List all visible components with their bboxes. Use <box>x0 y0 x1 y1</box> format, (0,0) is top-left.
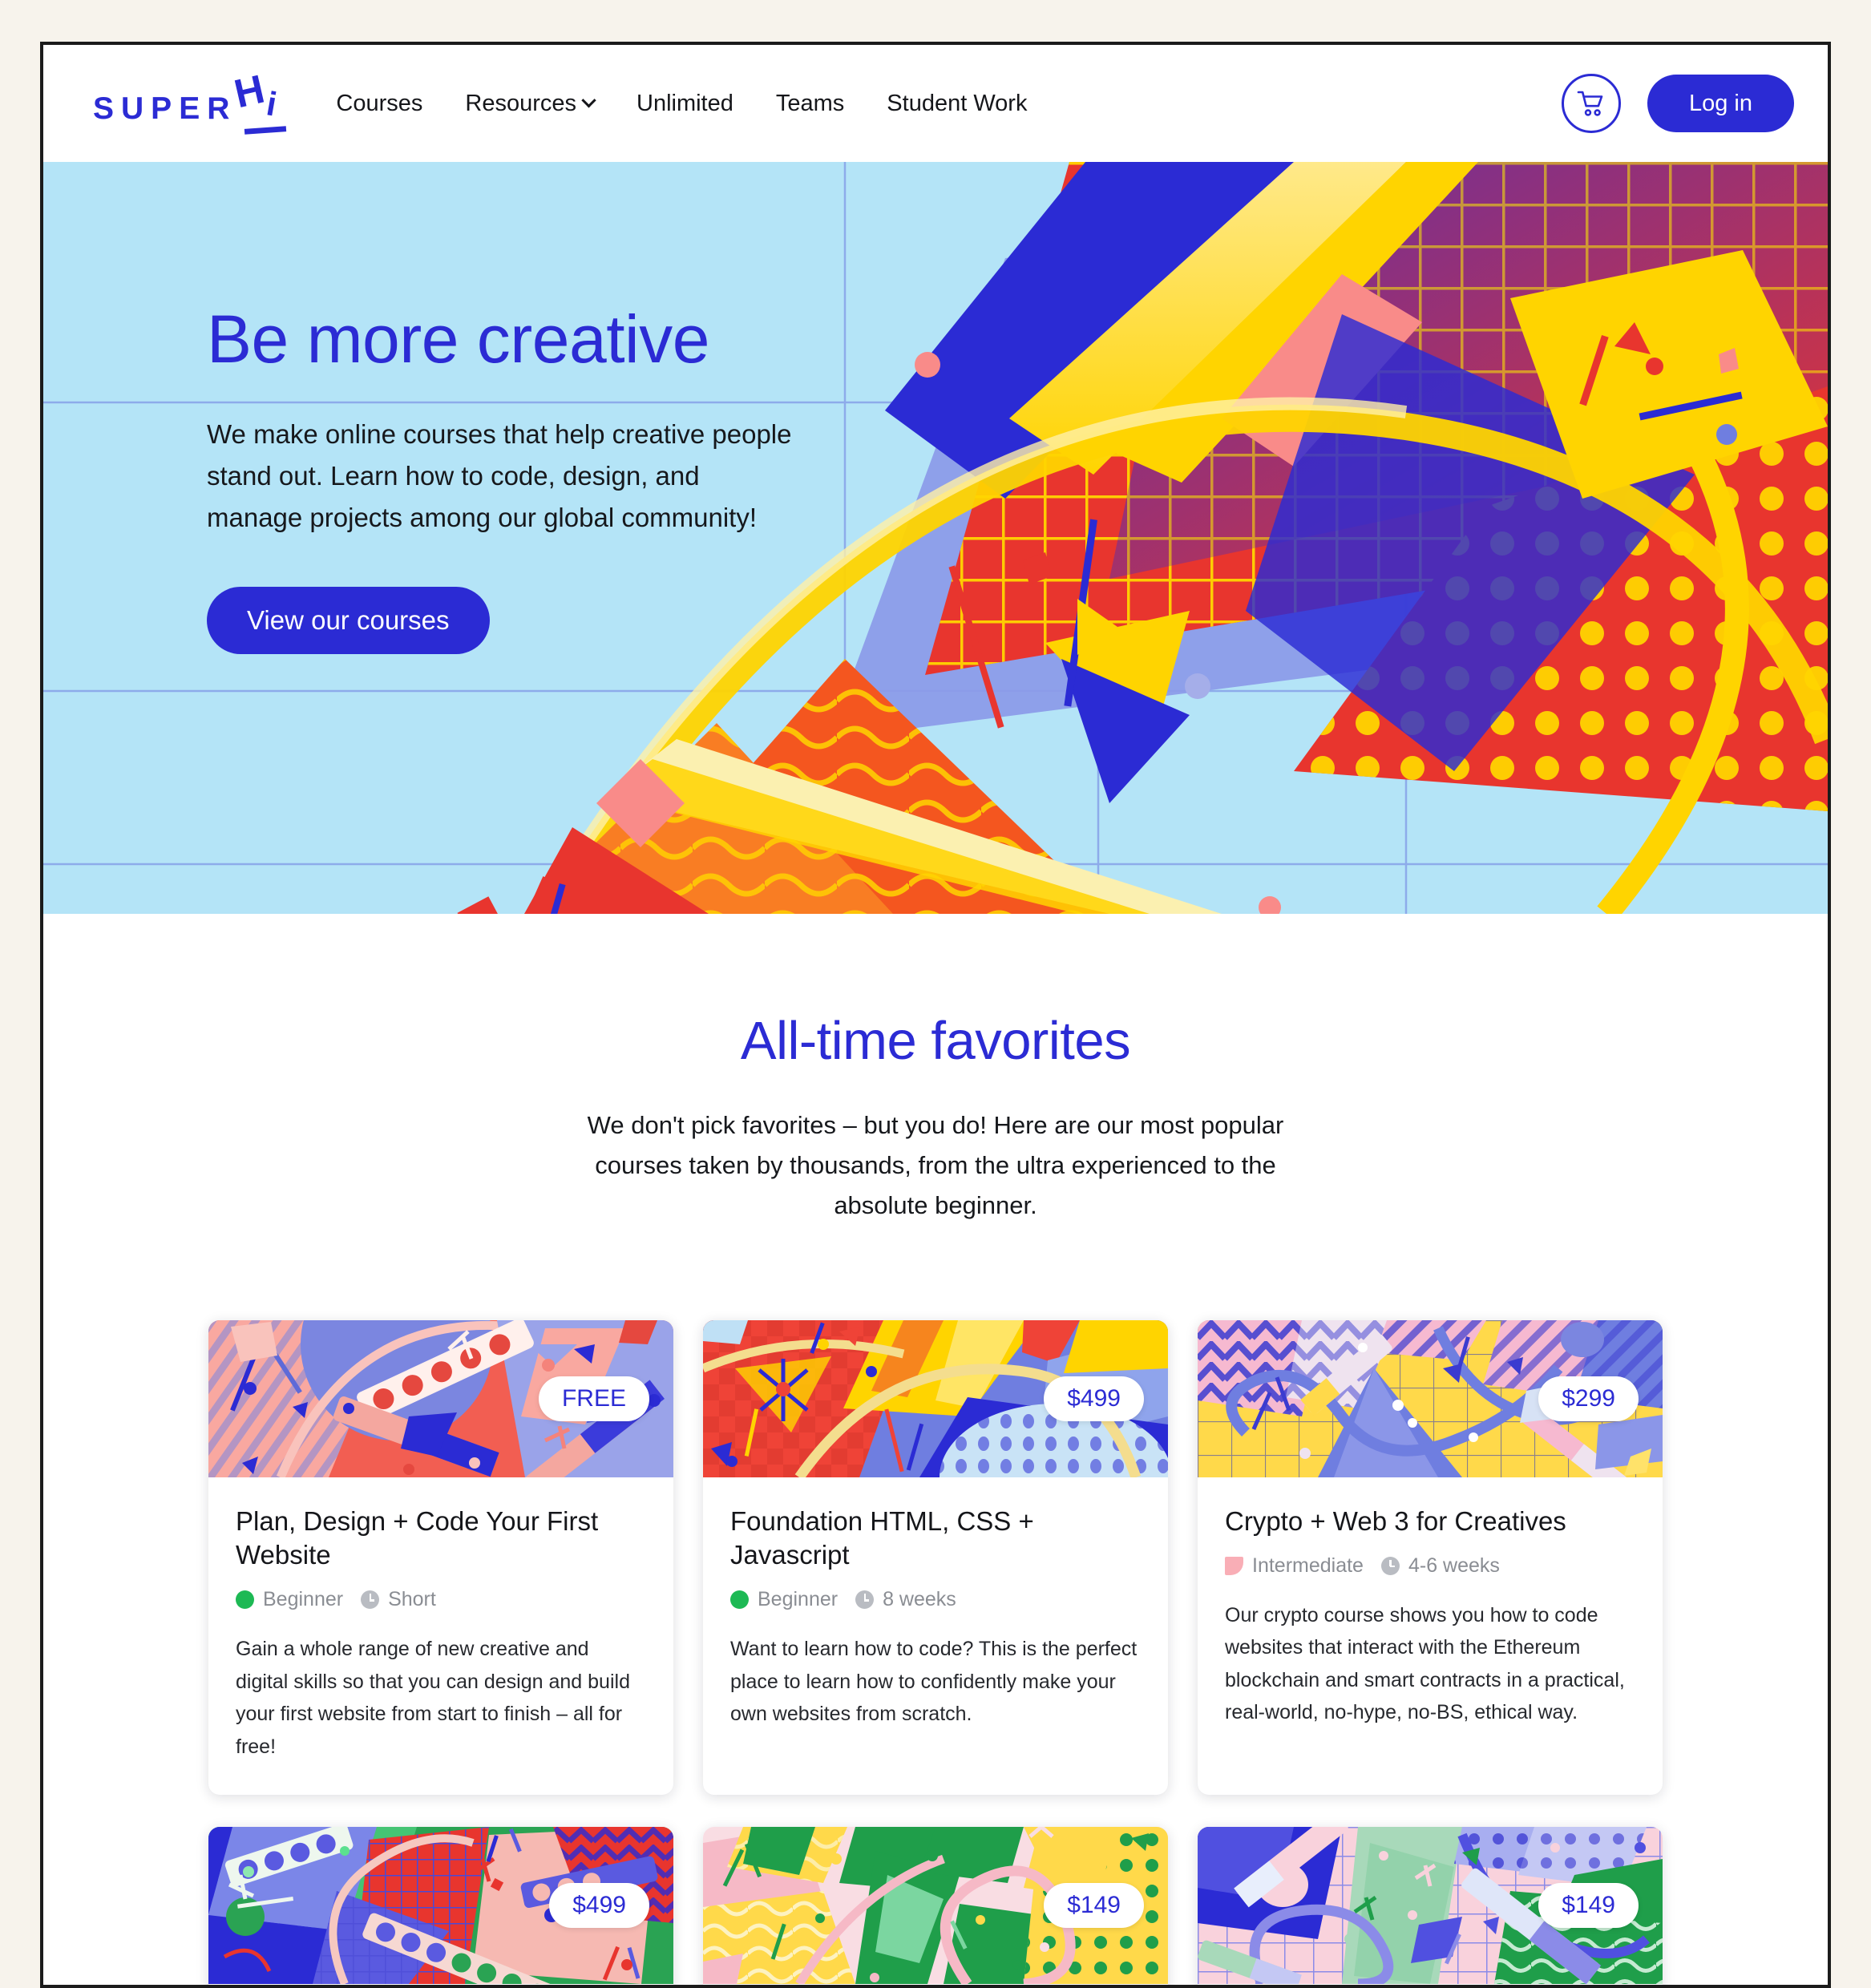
course-description: Our crypto course shows you how to code … <box>1225 1603 1625 1724</box>
level-label: Intermediate <box>1252 1554 1364 1577</box>
level-label: Beginner <box>263 1588 344 1611</box>
course-meta: Intermediate 4-6 weeks <box>1225 1554 1635 1578</box>
logo-wordmark: SUPER <box>93 91 237 126</box>
all-time-favorites-section: All-time favorites We don't pick favorit… <box>43 914 1828 1985</box>
superhi-logo[interactable]: SUPER H i <box>93 67 288 135</box>
course-card-body: Crypto + Web 3 for Creatives Intermediat… <box>1198 1477 1663 1761</box>
nav-item-courses[interactable]: Courses <box>336 91 422 117</box>
course-level: Beginner <box>730 1588 838 1611</box>
course-thumbnail: $499 <box>208 1827 673 1985</box>
duration-label: 4-6 weeks <box>1408 1554 1500 1577</box>
price-badge: $149 <box>1538 1883 1639 1929</box>
nav-label: Teams <box>775 90 845 116</box>
course-card[interactable]: $299 Crypto + Web 3 for Creatives Interm… <box>1198 1319 1663 1796</box>
hero-copy: Be more creative We make online courses … <box>207 304 816 654</box>
price-badge: $499 <box>1044 1376 1144 1421</box>
cart-button[interactable] <box>1561 74 1621 133</box>
green-dot-icon <box>730 1590 749 1610</box>
logo-underline <box>244 126 287 135</box>
course-thumbnail: $149 <box>703 1827 1168 1985</box>
course-card-body: Instagram Filters + Spark AR <box>703 1984 1168 1985</box>
level-label: Beginner <box>758 1588 839 1611</box>
logo-letter-i: i <box>264 84 281 123</box>
logo-hi-mark: H i <box>231 67 288 135</box>
hero-section: Be more creative We make online courses … <box>43 162 1828 914</box>
green-dot-icon <box>236 1590 254 1610</box>
hero-subtitle: We make online courses that help creativ… <box>207 419 792 533</box>
course-level: Intermediate <box>1225 1554 1364 1578</box>
nav-label: Courses <box>336 90 423 116</box>
course-meta: Beginner 8 weeks <box>730 1588 1141 1611</box>
price-badge: $149 <box>1044 1883 1144 1929</box>
nav-item-resources[interactable]: Resources <box>465 90 596 117</box>
section-title: All-time favorites <box>740 1011 1131 1071</box>
clock-icon <box>855 1590 875 1610</box>
pink-wedge-icon <box>1225 1556 1243 1575</box>
course-card[interactable]: $149 Javascript for Designers <box>1198 1827 1663 1985</box>
course-title: Plan, Design + Code Your First Website <box>236 1505 599 1570</box>
nav-label: Student Work <box>887 90 1028 116</box>
course-card[interactable]: $499 Foundation HTML, CSS + Javascript B… <box>703 1319 1168 1796</box>
course-title: Crypto + Web 3 for Creatives <box>1225 1505 1566 1536</box>
nav-item-teams[interactable]: Teams <box>776 91 844 117</box>
course-card[interactable]: FREE Plan, Design + Code Your First Webs… <box>208 1319 673 1796</box>
nav-label: Resources <box>465 90 576 116</box>
primary-nav: Courses Resources Unlimited Teams Studen… <box>336 91 1027 117</box>
course-duration: Short <box>361 1588 436 1611</box>
course-duration: 4-6 weeks <box>1380 1554 1500 1578</box>
course-thumbnail: $149 <box>1198 1827 1663 1985</box>
chevron-down-icon <box>581 92 596 107</box>
price-badge: FREE <box>538 1376 649 1421</box>
course-thumbnail: FREE <box>208 1319 673 1477</box>
course-card-body: Foundation HTML, CSS + Javascript Beginn… <box>703 1477 1168 1763</box>
nav-label: Unlimited <box>636 90 733 116</box>
view-courses-button[interactable]: View our courses <box>207 586 490 654</box>
course-duration: 8 weeks <box>855 1588 956 1611</box>
clock-icon <box>361 1590 380 1610</box>
login-button[interactable]: Log in <box>1647 75 1794 132</box>
course-card-body: Plan, Design + Code Your First Website B… <box>208 1477 673 1795</box>
nav-item-unlimited[interactable]: Unlimited <box>636 91 733 117</box>
duration-label: 8 weeks <box>883 1588 956 1611</box>
course-card[interactable]: $499 Digital Project Management <box>208 1827 673 1985</box>
site-header: SUPER H i Courses Resources Unlimited Te… <box>43 45 1828 162</box>
course-description: Gain a whole range of new creative and d… <box>236 1638 630 1758</box>
logo-letter-h: H <box>230 66 269 117</box>
clock-icon <box>1380 1556 1400 1575</box>
section-subtitle: We don't pick favorites – but you do! He… <box>587 1111 1284 1220</box>
header-actions: Log in <box>1561 74 1794 133</box>
course-card-body: Digital Project Management <box>208 1984 673 1985</box>
course-thumbnail: $299 <box>1198 1319 1663 1477</box>
course-thumbnail: $499 <box>703 1319 1168 1477</box>
duration-label: Short <box>388 1588 436 1611</box>
price-badge: $299 <box>1538 1376 1639 1421</box>
hero-title: Be more creative <box>207 301 709 377</box>
course-level: Beginner <box>236 1588 343 1611</box>
course-title: Foundation HTML, CSS + Javascript <box>730 1505 1034 1570</box>
course-card[interactable]: $149 Instagram Filters + Spark AR <box>703 1827 1168 1985</box>
shopping-cart-icon <box>1577 91 1603 116</box>
course-description: Want to learn how to code? This is the p… <box>730 1638 1138 1726</box>
course-grid: FREE Plan, Design + Code Your First Webs… <box>43 1319 1828 1985</box>
nav-item-student-work[interactable]: Student Work <box>887 91 1027 117</box>
browser-viewport: SUPER H i Courses Resources Unlimited Te… <box>40 42 1831 1988</box>
course-meta: Beginner Short <box>236 1588 646 1611</box>
price-badge: $499 <box>549 1883 649 1929</box>
course-card-body: Javascript for Designers <box>1198 1984 1663 1985</box>
